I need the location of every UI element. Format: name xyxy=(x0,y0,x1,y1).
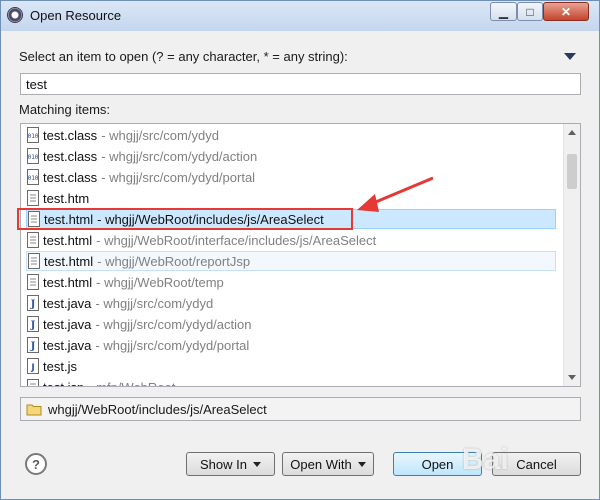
item-name: test.htm xyxy=(43,190,90,206)
open-with-button[interactable]: Open With xyxy=(282,452,374,476)
text-file-icon xyxy=(26,190,40,206)
list-item[interactable]: test.htm xyxy=(26,188,556,208)
filter-input[interactable] xyxy=(20,73,581,95)
maximize-button[interactable]: □ xyxy=(517,2,543,21)
class-file-icon: 010 xyxy=(26,127,40,143)
view-menu-arrow-icon[interactable] xyxy=(564,53,576,60)
list-item[interactable]: 010 test.class - whgjj/src/com/ydyd/portal xyxy=(26,167,556,187)
js-file-icon: J xyxy=(26,358,40,374)
chevron-down-icon xyxy=(357,461,366,467)
list-item[interactable]: Jtest.java - whgjj/src/com/ydyd xyxy=(26,293,556,313)
item-path: - whgjj/WebRoot/interface/includes/js/Ar… xyxy=(96,232,377,248)
item-path: - mfp/WebRoot xyxy=(88,379,176,387)
item-name: test.class xyxy=(43,127,98,143)
item-name: test.jsp xyxy=(43,379,85,387)
svg-text:010: 010 xyxy=(28,175,39,182)
open-resource-dialog: Open Resource ▁ □ ✕ Select an item to op… xyxy=(0,0,600,500)
chevron-down-icon xyxy=(252,461,261,467)
svg-text:J: J xyxy=(30,341,36,352)
matching-items-list[interactable]: 010 test.class - whgjj/src/com/ydyd 010 test… xyxy=(20,123,581,387)
list-item[interactable]: test.jsp - mfp/WebRoot xyxy=(26,377,556,387)
list-item[interactable]: 010 test.class - whgjj/src/com/ydyd xyxy=(26,125,556,145)
annotation-highlight-box xyxy=(17,208,353,230)
list-item[interactable]: Jtest.js xyxy=(26,356,556,376)
dialog-content: Select an item to open (? = any characte… xyxy=(9,31,591,493)
svg-text:J: J xyxy=(30,363,34,373)
java-file-icon: J xyxy=(26,337,40,353)
java-file-icon: J xyxy=(26,295,40,311)
item-name: test.java xyxy=(43,337,92,353)
window-title: Open Resource xyxy=(30,8,122,23)
svg-text:J: J xyxy=(30,320,36,331)
svg-text:J: J xyxy=(30,299,36,310)
item-path: - whgjj/WebRoot/temp xyxy=(96,274,224,290)
item-path: - whgjj/src/com/ydyd/action xyxy=(101,148,258,164)
list-item[interactable]: test.html - whgjj/WebRoot/interface/inclu… xyxy=(26,230,556,250)
scroll-up-icon[interactable] xyxy=(568,130,576,135)
list-item[interactable]: 010 test.class - whgjj/src/com/ydyd/action xyxy=(26,146,556,166)
scroll-thumb[interactable] xyxy=(567,154,577,189)
text-file-icon xyxy=(26,274,40,290)
item-path: - whgjj/src/com/ydyd xyxy=(95,295,214,311)
item-name: test.java xyxy=(43,316,92,332)
class-file-icon: 010 xyxy=(26,169,40,185)
svg-text:010: 010 xyxy=(28,133,39,140)
text-file-icon xyxy=(26,379,40,386)
matching-items-label: Matching items: xyxy=(19,102,111,117)
open-with-label: Open With xyxy=(290,456,352,472)
help-icon[interactable]: ? xyxy=(25,453,47,475)
item-name: test.class xyxy=(43,148,98,164)
selected-path-bar: whgjj/WebRoot/includes/js/AreaSelect xyxy=(20,397,581,421)
vertical-scrollbar[interactable] xyxy=(563,124,580,386)
text-file-icon xyxy=(26,232,40,248)
watermark: Bai xyxy=(462,443,509,476)
scroll-down-icon[interactable] xyxy=(568,375,576,380)
show-in-label: Show In xyxy=(200,456,247,472)
item-name: test.js xyxy=(43,358,77,374)
list-item[interactable]: test.html - whgjj/WebRoot/temp xyxy=(26,272,556,292)
item-path: - whgjj/src/com/ydyd/portal xyxy=(101,169,256,185)
text-file-icon xyxy=(27,253,41,269)
item-name: test.class xyxy=(43,169,98,185)
class-file-icon: 010 xyxy=(26,148,40,164)
annotation-arrow-icon xyxy=(357,176,434,212)
list-item[interactable]: Jtest.java - whgjj/src/com/ydyd/portal xyxy=(26,335,556,355)
java-file-icon: J xyxy=(26,316,40,332)
item-name: test.html xyxy=(43,232,93,248)
selected-path-text: whgjj/WebRoot/includes/js/AreaSelect xyxy=(48,401,267,417)
item-path: - whgjj/src/com/ydyd/action xyxy=(95,316,252,332)
svg-text:010: 010 xyxy=(28,154,39,161)
list-item[interactable]: test.html - whgjj/WebRoot/reportJsp xyxy=(26,251,556,271)
item-path: - whgjj/WebRoot/reportJsp xyxy=(97,253,251,269)
item-path: - whgjj/src/com/ydyd xyxy=(101,127,219,143)
eclipse-icon xyxy=(7,7,23,23)
item-name: test.html xyxy=(44,253,94,269)
minimize-button[interactable]: ▁ xyxy=(490,2,517,21)
show-in-button[interactable]: Show In xyxy=(186,452,275,476)
title-bar: Open Resource ▁ □ ✕ xyxy=(1,1,599,31)
item-path: - whgjj/src/com/ydyd/portal xyxy=(95,337,250,353)
item-name: test.java xyxy=(43,295,92,311)
folder-icon xyxy=(26,404,42,415)
list-item[interactable]: Jtest.java - whgjj/src/com/ydyd/action xyxy=(26,314,556,334)
close-button[interactable]: ✕ xyxy=(543,2,589,21)
filter-prompt-label: Select an item to open (? = any characte… xyxy=(19,49,348,64)
item-name: test.html xyxy=(43,274,93,290)
